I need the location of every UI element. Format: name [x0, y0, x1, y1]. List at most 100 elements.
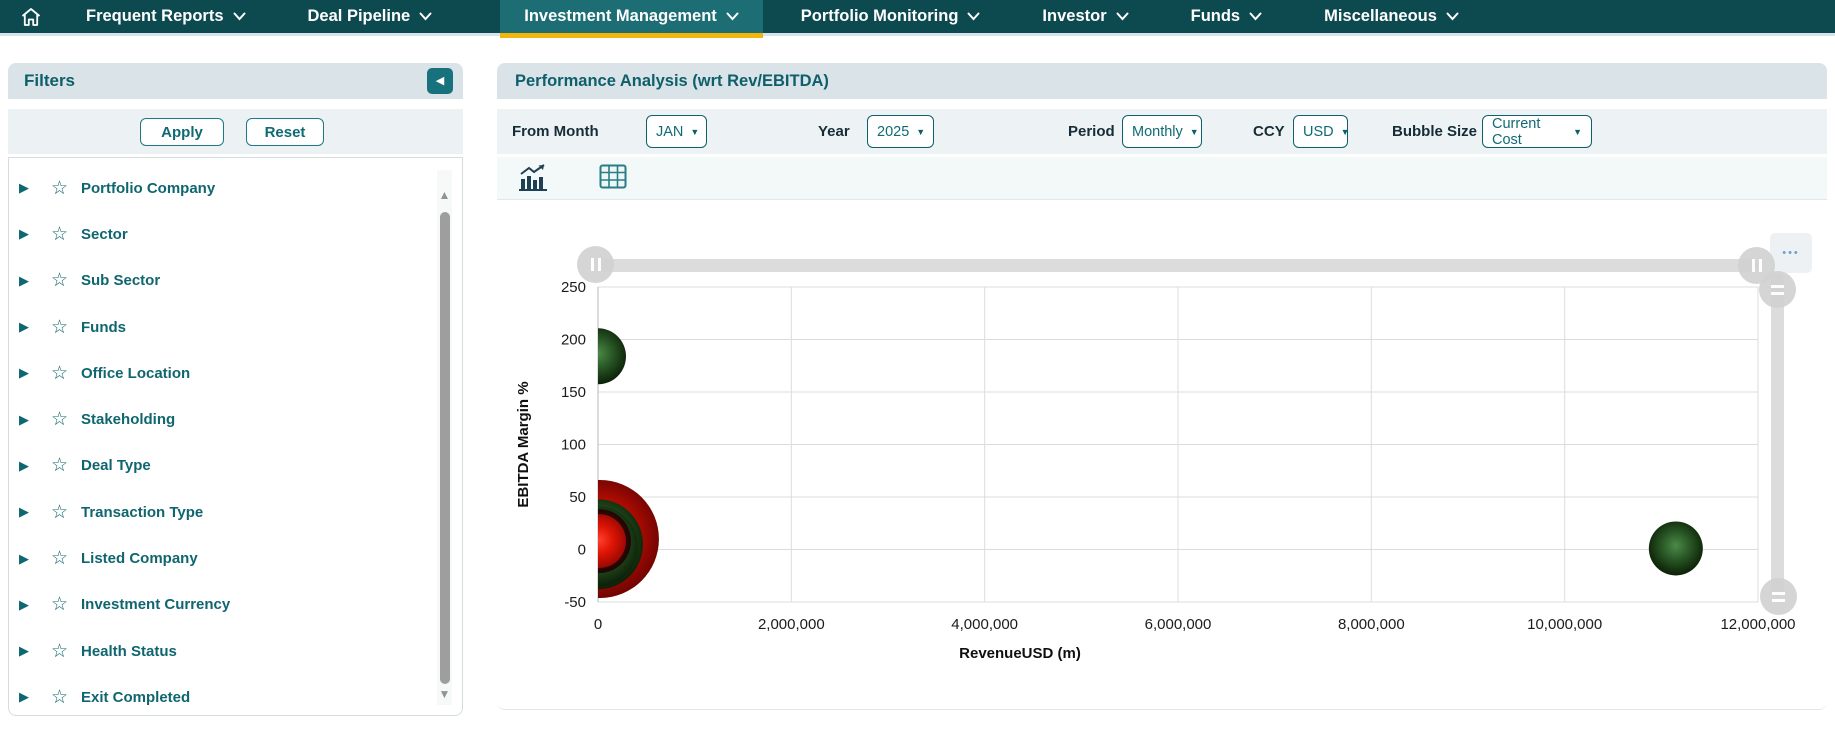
- chevron-down-icon: [1446, 12, 1459, 21]
- dropdown-value: Current Cost: [1492, 116, 1566, 148]
- table-icon: [599, 164, 627, 189]
- year-dropdown[interactable]: 2025▼: [867, 115, 934, 148]
- expand-arrow-icon[interactable]: ▶: [19, 180, 39, 196]
- filter-item-funds[interactable]: ▶ ☆ Funds: [9, 304, 462, 350]
- chart-menu-button[interactable]: •••: [1770, 233, 1812, 273]
- collapse-filters-button[interactable]: ◀: [427, 68, 453, 94]
- y-tick-label: 150: [561, 384, 586, 401]
- expand-arrow-icon[interactable]: ▶: [19, 643, 39, 659]
- bubble-chart-area: 250200150100500-5002,000,0004,000,0006,0…: [497, 200, 1827, 710]
- filter-item-portfolio-company[interactable]: ▶ ☆ Portfolio Company: [9, 165, 462, 211]
- nav-label: Funds: [1191, 7, 1241, 26]
- nav-item-funds[interactable]: Funds: [1167, 0, 1287, 33]
- favorite-star-icon[interactable]: ☆: [51, 223, 75, 246]
- filter-item-office-location[interactable]: ▶☆Office Location: [9, 350, 462, 396]
- expand-arrow-icon[interactable]: ▶: [19, 226, 39, 242]
- v-slider-top-handle[interactable]: [1759, 271, 1796, 308]
- filter-label: Health Status: [81, 643, 177, 660]
- favorite-star-icon[interactable]: ☆: [51, 408, 75, 431]
- expand-arrow-icon[interactable]: ▶: [19, 504, 39, 520]
- bubble-size-label: Bubble Size: [1392, 109, 1477, 154]
- vertical-zoom-slider[interactable]: [1771, 272, 1784, 597]
- expand-arrow-icon[interactable]: ▶: [19, 458, 39, 474]
- dropdown-caret-icon: ▼: [1190, 127, 1199, 137]
- x-tick-label: 8,000,000: [1338, 616, 1405, 633]
- expand-arrow-icon[interactable]: ▶: [19, 273, 39, 289]
- y-tick-label: -50: [564, 594, 586, 611]
- nav-item-investment-management[interactable]: Investment Management: [500, 0, 763, 33]
- chart-controls: From Month JAN▼ Year 2025▼ Period Monthl…: [497, 109, 1827, 154]
- filter-label: Sub Sector: [81, 272, 160, 289]
- favorite-star-icon[interactable]: ☆: [51, 269, 75, 292]
- reset-button[interactable]: Reset: [246, 118, 324, 146]
- expand-arrow-icon[interactable]: ▶: [19, 689, 39, 705]
- apply-button[interactable]: Apply: [140, 118, 224, 146]
- chevron-down-icon: [419, 12, 432, 21]
- x-tick-label: 6,000,000: [1145, 616, 1212, 633]
- favorite-star-icon[interactable]: ☆: [51, 362, 75, 385]
- dropdown-caret-icon: ▼: [1341, 127, 1350, 137]
- expand-arrow-icon[interactable]: ▶: [19, 319, 39, 335]
- scroll-down-icon[interactable]: ▼: [437, 687, 452, 701]
- scrollbar-thumb[interactable]: [440, 212, 450, 684]
- filter-item-health-status[interactable]: ▶ ☆ Health Status: [9, 628, 462, 674]
- favorite-star-icon[interactable]: ☆: [51, 640, 75, 663]
- filter-item-listed-company[interactable]: ▶☆Listed Company: [9, 535, 462, 581]
- favorite-star-icon[interactable]: ☆: [51, 454, 75, 477]
- dropdown-caret-icon: ▼: [916, 127, 925, 137]
- filter-item-sector[interactable]: ▶☆Sector: [9, 211, 462, 257]
- filter-label: Portfolio Company: [81, 180, 215, 197]
- nav-item-frequent-reports[interactable]: Frequent Reports: [62, 0, 270, 33]
- table-view-button[interactable]: [599, 163, 627, 193]
- filter-item-stakeholding[interactable]: ▶ ☆ Stakeholding: [9, 396, 462, 442]
- x-tick-label: 12,000,000: [1720, 616, 1795, 633]
- filters-header: Filters ◀: [8, 63, 463, 99]
- home-button[interactable]: [0, 0, 62, 33]
- performance-analysis-panel: Performance Analysis (wrt Rev/EBITDA) Fr…: [497, 63, 1827, 710]
- filter-item-sub-sector[interactable]: ▶ ☆ Sub Sector: [9, 258, 462, 304]
- expand-arrow-icon[interactable]: ▶: [19, 365, 39, 381]
- nav-item-investor[interactable]: Investor: [1018, 0, 1152, 33]
- collapse-left-icon: ◀: [436, 75, 444, 87]
- chart-view-button[interactable]: [519, 163, 549, 193]
- from-month-dropdown[interactable]: JAN▼: [646, 115, 707, 148]
- filters-actions: Apply Reset: [8, 109, 463, 154]
- favorite-star-icon[interactable]: ☆: [51, 547, 75, 570]
- filter-label: Funds: [81, 319, 126, 336]
- horizontal-zoom-slider[interactable]: [598, 259, 1758, 272]
- filter-item-transaction-type[interactable]: ▶☆Transaction Type: [9, 489, 462, 535]
- nav-item-portfolio-monitoring[interactable]: Portfolio Monitoring: [777, 0, 1005, 33]
- home-icon: [19, 5, 43, 29]
- expand-arrow-icon[interactable]: ▶: [19, 551, 39, 567]
- favorite-star-icon[interactable]: ☆: [51, 593, 75, 616]
- bubble-size-dropdown[interactable]: Current Cost▼: [1482, 115, 1592, 148]
- ccy-dropdown[interactable]: USD▼: [1293, 115, 1348, 148]
- h-slider-left-handle[interactable]: [577, 246, 614, 283]
- favorite-star-icon[interactable]: ☆: [51, 177, 75, 200]
- nav-item-miscellaneous[interactable]: Miscellaneous: [1300, 0, 1483, 33]
- filter-item-investment-currency[interactable]: ▶☆Investment Currency: [9, 582, 462, 628]
- scroll-up-icon[interactable]: ▲: [437, 188, 452, 202]
- filter-item-deal-type[interactable]: ▶☆Deal Type: [9, 443, 462, 489]
- filters-scrollbar[interactable]: ▲ ▼: [437, 170, 452, 705]
- nav-label: Deal Pipeline: [308, 7, 411, 26]
- expand-arrow-icon[interactable]: ▶: [19, 412, 39, 428]
- year-label: Year: [818, 109, 850, 154]
- x-axis-title: RevenueUSD (m): [959, 645, 1081, 662]
- favorite-star-icon[interactable]: ☆: [51, 686, 75, 709]
- filter-item-exit-completed[interactable]: ▶☆Exit Completed: [9, 674, 462, 716]
- favorite-star-icon[interactable]: ☆: [51, 316, 75, 339]
- nav-label: Investor: [1042, 7, 1106, 26]
- nav-item-deal-pipeline[interactable]: Deal Pipeline: [284, 0, 457, 33]
- v-slider-bottom-handle[interactable]: [1760, 578, 1797, 615]
- y-tick-label: 0: [578, 542, 586, 559]
- favorite-star-icon[interactable]: ☆: [51, 501, 75, 524]
- expand-arrow-icon[interactable]: ▶: [19, 597, 39, 613]
- period-dropdown[interactable]: Monthly▼: [1122, 115, 1202, 148]
- y-tick-label: 50: [569, 489, 586, 506]
- top-nav: Frequent Reports Deal Pipeline Investmen…: [0, 0, 1835, 33]
- bubble-chart: 250200150100500-5002,000,0004,000,0006,0…: [497, 200, 1827, 710]
- filter-label: Stakeholding: [81, 411, 175, 428]
- x-tick-label: 0: [594, 616, 602, 633]
- chart-bubble[interactable]: [1649, 521, 1703, 575]
